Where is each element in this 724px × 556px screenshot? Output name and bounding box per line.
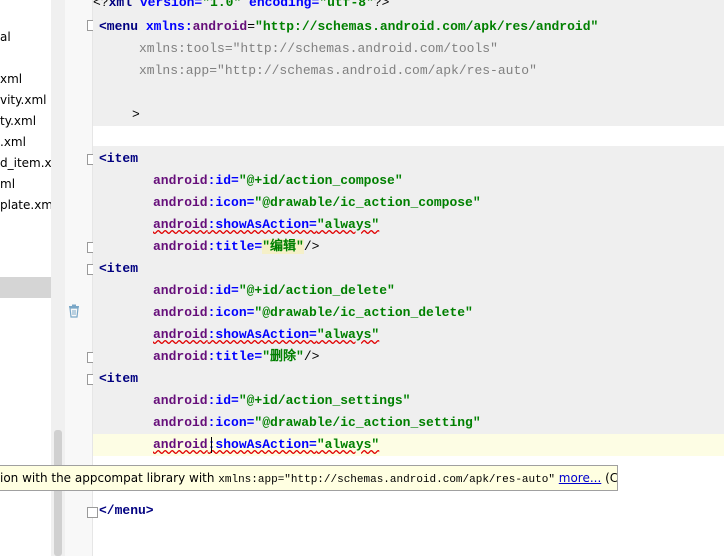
fold-marker-icon[interactable]: [87, 507, 98, 518]
code-line-item-title[interactable]: android:title="删除"/>: [153, 346, 319, 368]
file-item[interactable]: vity.xml: [0, 90, 46, 110]
file-item[interactable]: .xml: [0, 132, 26, 152]
code-line-item-id[interactable]: android:id="@+id/action_delete": [153, 280, 395, 302]
code-line-item-open[interactable]: <item: [99, 368, 138, 390]
code-line-item-icon[interactable]: android:icon="@drawable/ic_action_settin…: [153, 412, 481, 434]
code-line-item-open[interactable]: <item: [99, 148, 138, 170]
text-caret: [211, 437, 212, 453]
code-line-xmlns-app[interactable]: xmlns:app="http://schemas.android.com/ap…: [139, 60, 537, 82]
tooltip-text: ion with the appcompat library with: [0, 471, 219, 485]
code-line-menu-close[interactable]: </menu>: [99, 500, 154, 522]
file-item[interactable]: d_item.xml: [0, 153, 51, 173]
file-item[interactable]: ml: [0, 174, 15, 194]
selected-file-highlight: [0, 277, 51, 298]
code-line-item-open[interactable]: <item: [99, 258, 138, 280]
code-line-xml-declaration[interactable]: <?xml version="1.0" encoding="utf-8"?>: [93, 0, 389, 14]
code-line-item-icon[interactable]: android:icon="@drawable/ic_action_delete…: [153, 302, 473, 324]
file-item[interactable]: plate.xml: [0, 195, 51, 215]
file-item[interactable]: xml: [0, 69, 22, 89]
code-line-item-id[interactable]: android:id="@+id/action_compose": [153, 170, 403, 192]
code-line-menu-open[interactable]: <menu xmlns:android="http://schemas.andr…: [99, 16, 598, 38]
tooltip-shortcut: (Ctrl+F1): [605, 471, 618, 485]
code-line-item-id[interactable]: android:id="@+id/action_settings": [153, 390, 410, 412]
code-line-menu-gt[interactable]: >: [132, 104, 140, 126]
code-line-item-icon[interactable]: android:icon="@drawable/ic_action_compos…: [153, 192, 481, 214]
code-line-xmlns-tools[interactable]: xmlns:tools="http://schemas.android.com/…: [139, 38, 498, 60]
code-line-item-showasaction[interactable]: android:showAsAction="always": [153, 324, 379, 346]
file-item[interactable]: ty.xml: [0, 111, 36, 131]
code-line-item-showasaction[interactable]: android:showAsAction="always": [153, 434, 379, 456]
tooltip-more-link[interactable]: more...: [559, 471, 602, 485]
file-item[interactable]: al: [0, 27, 11, 47]
code-line-item-title[interactable]: android:title="编辑"/>: [153, 236, 319, 258]
sidebar-scroll-thumb[interactable]: [54, 430, 62, 556]
tooltip-code: xmlns:app="http://schemas.android.com/ap…: [218, 474, 555, 486]
trash-icon[interactable]: [68, 304, 80, 318]
quick-doc-tooltip: ion with the appcompat library with xmln…: [0, 465, 618, 491]
code-line-item-showasaction[interactable]: android:showAsAction="always": [153, 214, 379, 236]
